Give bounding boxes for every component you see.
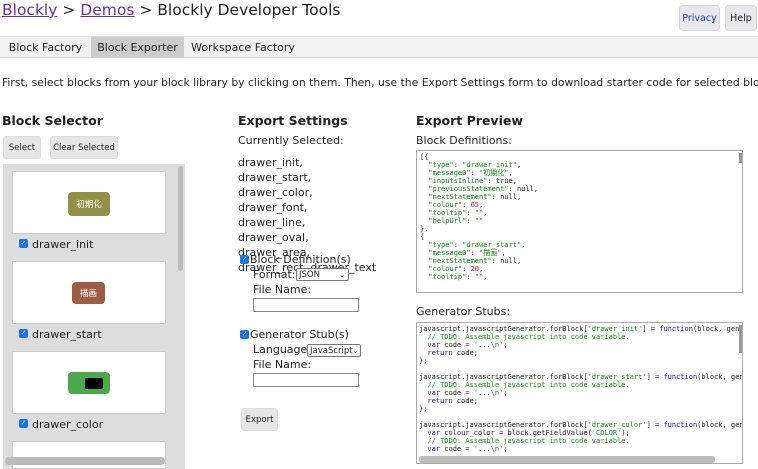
format-label: Format: [253, 268, 296, 281]
format-select[interactable]: JSON ⌄ [296, 268, 349, 281]
definitions-code: [{ "type": "drawer_init", "message0": "初… [420, 153, 539, 281]
help-button[interactable]: Help [725, 5, 757, 31]
generator-stubs-label: Generator Stub(s) [250, 328, 349, 341]
block-label: drawer_color [32, 418, 104, 431]
vertical-scrollbar[interactable] [178, 166, 183, 271]
block-card-drawer-start[interactable]: 描画 [12, 261, 166, 324]
privacy-button[interactable]: Privacy [679, 5, 720, 31]
checkbox-drawer-init[interactable]: ✓ [19, 239, 28, 248]
generator-file-name-input[interactable] [253, 373, 359, 387]
file-name-label: File Name: [253, 283, 312, 296]
vertical-scrollbar[interactable] [739, 153, 742, 163]
breadcrumb-separator: > [139, 1, 153, 19]
language-select[interactable]: JavaScript ⌄ [307, 344, 361, 357]
block-label: drawer_start [32, 328, 102, 341]
horizontal-scrollbar[interactable] [5, 457, 165, 465]
vertical-scrollbar[interactable] [739, 325, 742, 353]
breadcrumb-separator: > [62, 1, 76, 19]
block-definitions-label: Block Definition(s) [250, 253, 351, 266]
top-bar: Blockly > Demos > Blockly Developer Tool… [0, 0, 758, 36]
block-definitions-preview-label: Block Definitions: [416, 134, 512, 147]
block-selector-title: Block Selector [2, 113, 103, 128]
language-value: JavaScript [310, 345, 353, 356]
checkbox-drawer-start[interactable]: ✓ [19, 329, 28, 338]
block-card-drawer-color[interactable] [12, 351, 166, 414]
tab-bar: Block Factory Block Exporter Workspace F… [0, 36, 758, 58]
breadcrumb-link-blockly[interactable]: Blockly [2, 1, 57, 19]
block-definitions-preview[interactable]: [{ "type": "drawer_init", "message0": "初… [416, 150, 743, 293]
generator-stubs-preview[interactable]: javascript.javascriptGenerator.forBlock[… [416, 322, 743, 464]
block-preview [68, 372, 110, 394]
generator-stubs-preview-label: Generator Stubs: [416, 305, 511, 318]
block-file-name-input[interactable] [253, 298, 359, 312]
page-title: Blockly Developer Tools [157, 1, 341, 19]
export-button[interactable]: Export [241, 408, 278, 431]
tab-block-factory[interactable]: Block Factory [0, 37, 91, 58]
generator-code: javascript.javascriptGenerator.forBlock[… [419, 325, 743, 453]
block-definitions-checkbox[interactable]: ✓ [240, 255, 249, 264]
select-button[interactable]: Select [3, 136, 41, 159]
block-preview: 描画 [72, 282, 105, 304]
block-card-drawer-init[interactable]: 初期化 [12, 171, 166, 234]
breadcrumb-link-demos[interactable]: Demos [80, 1, 134, 19]
export-preview-title: Export Preview [416, 113, 523, 128]
breadcrumb: Blockly > Demos > Blockly Developer Tool… [2, 1, 340, 19]
block-label: drawer_init [32, 238, 94, 251]
chevron-down-icon: ⌄ [352, 346, 359, 355]
color-swatch [85, 377, 103, 389]
checkbox-drawer-color[interactable]: ✓ [19, 419, 28, 428]
block-preview: 初期化 [68, 192, 110, 216]
clear-selected-button[interactable]: Clear Selected [50, 136, 118, 159]
chevron-down-icon: ⌄ [339, 270, 345, 279]
tab-workspace-factory[interactable]: Workspace Factory [184, 37, 302, 58]
file-name-label: File Name: [253, 358, 312, 371]
horizontal-scrollbar[interactable] [419, 456, 715, 463]
generator-stubs-checkbox[interactable]: ✓ [240, 330, 249, 339]
language-label: Language: [253, 343, 311, 356]
intro-text: First, select blocks from your block lib… [2, 76, 758, 89]
currently-selected-label: Currently Selected: [238, 134, 344, 147]
format-value: JSON [299, 269, 320, 280]
export-settings-title: Export Settings [238, 113, 348, 128]
tab-block-exporter[interactable]: Block Exporter [91, 37, 184, 58]
